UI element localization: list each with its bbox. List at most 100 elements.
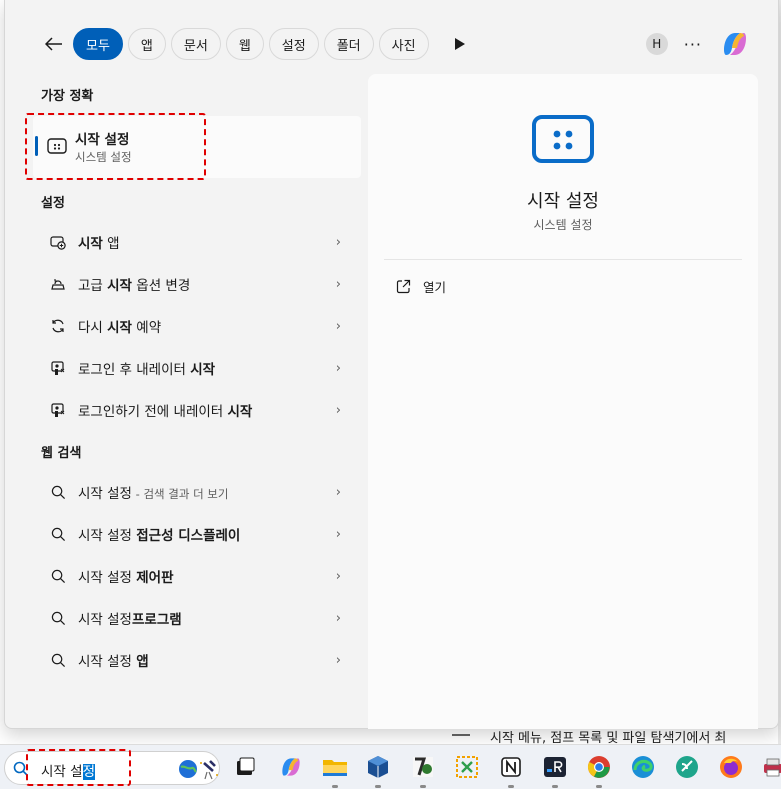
- label-post: 앱: [102, 236, 120, 252]
- chevron-right-icon[interactable]: ›: [336, 277, 341, 292]
- tabs-container: 모두 앱 문서 웹 설정 폴더 사진: [73, 28, 434, 60]
- chevron-right-icon[interactable]: ›: [336, 485, 341, 500]
- result-label: 다시 시작 예약: [78, 316, 161, 336]
- more-filters-button[interactable]: [450, 34, 470, 54]
- chrome-icon[interactable]: [585, 753, 613, 781]
- best-match-highlight-box: [25, 113, 206, 180]
- search-icon: [46, 569, 70, 584]
- taskbar: 시작 설정: [0, 744, 781, 789]
- label-pre: 다시: [78, 320, 108, 336]
- settings-result-item[interactable]: 고급 시작 옵션 변경 ›: [33, 264, 361, 304]
- result-label: 시작 설정프로그램: [78, 608, 182, 628]
- open-action[interactable]: 열기: [396, 277, 446, 296]
- copilot-icon[interactable]: [720, 30, 750, 58]
- copilot-taskbar-icon[interactable]: [277, 753, 305, 781]
- label-match: 접근성 디스플레이: [136, 528, 241, 544]
- app-teal-icon[interactable]: [673, 753, 701, 781]
- result-label: 시작 설정 제어판: [78, 566, 174, 586]
- best-match-section-title: 가장 정확: [41, 89, 94, 104]
- background-doc-bullet: [452, 734, 470, 736]
- file-explorer-icon[interactable]: [321, 753, 349, 781]
- web-search-section-title: 웹 검색: [41, 446, 82, 461]
- app-r-icon[interactable]: [541, 753, 569, 781]
- open-external-icon: [396, 279, 411, 294]
- start-settings-large-icon: [531, 114, 595, 170]
- filter-tab-0[interactable]: 모두: [73, 28, 123, 60]
- web-result-item[interactable]: 시작 설정 앱 ›: [33, 640, 361, 680]
- notion-icon[interactable]: [497, 753, 525, 781]
- filter-tab-2[interactable]: 문서: [170, 28, 221, 60]
- search-icon: [46, 527, 70, 542]
- settings-section-title: 설정: [41, 196, 65, 211]
- web-result-item[interactable]: 시작 설정 접근성 디스플레이 ›: [33, 514, 361, 554]
- narrator-icon: [46, 360, 70, 376]
- filter-tab-1[interactable]: 앱: [127, 28, 166, 60]
- chevron-right-icon[interactable]: ›: [336, 235, 341, 250]
- 7zip-running-indicator: [420, 785, 426, 788]
- chevron-right-icon[interactable]: ›: [336, 653, 341, 668]
- back-button[interactable]: [41, 31, 67, 57]
- result-label: 로그인 후 내레이터 시작: [78, 358, 215, 378]
- preview-title: 시작 설정: [527, 191, 599, 212]
- chevron-right-icon[interactable]: ›: [336, 361, 341, 376]
- web-result-item[interactable]: 시작 설정 - 검색 결과 더 보기 ›: [33, 472, 361, 512]
- result-label: 시작 설정 - 검색 결과 더 보기: [78, 482, 228, 502]
- virtualbox-icon[interactable]: [364, 753, 392, 781]
- result-label: 로그인하기 전에 내레이터 시작: [78, 400, 252, 420]
- settings-result-item[interactable]: 시작 앱 ›: [33, 222, 361, 262]
- web-result-item[interactable]: 시작 설정프로그램 ›: [33, 598, 361, 638]
- filter-tab-3[interactable]: 웹: [225, 28, 264, 60]
- search-box-highlight-box: [26, 749, 131, 786]
- label-suffix: - 검색 결과 더 보기: [131, 487, 229, 501]
- label-match: 시작: [190, 362, 216, 378]
- label-match: 시작: [107, 278, 132, 294]
- 7zip-icon[interactable]: [409, 753, 437, 781]
- label-post: 옵션 변경: [131, 278, 191, 294]
- back-arrow-icon: [45, 37, 62, 51]
- filter-tab-4[interactable]: 설정: [268, 28, 319, 60]
- top-right-controls: H ···: [645, 30, 750, 58]
- chevron-right-icon[interactable]: ›: [336, 319, 341, 334]
- result-label: 시작 설정 앱: [78, 650, 149, 670]
- label-pre: 시작 설정: [78, 528, 137, 544]
- app-r-running-indicator: [552, 785, 558, 788]
- chrome-running-indicator: [596, 785, 602, 788]
- open-label: 열기: [423, 280, 447, 295]
- recovery-icon: [46, 276, 70, 292]
- settings-result-item[interactable]: 다시 시작 예약 ›: [33, 306, 361, 346]
- settings-result-item[interactable]: 로그인 후 내레이터 시작 ›: [33, 348, 361, 388]
- filter-tab-5[interactable]: 폴더: [323, 28, 374, 60]
- printer-icon[interactable]: [759, 753, 781, 781]
- chevron-right-icon[interactable]: ›: [336, 569, 341, 584]
- settings-result-item[interactable]: 로그인하기 전에 내레이터 시작 ›: [33, 390, 361, 430]
- task-view-icon[interactable]: [231, 753, 259, 781]
- label-pre: 시작 설정: [78, 654, 137, 670]
- result-label: 고급 시작 옵션 변경: [78, 274, 190, 294]
- chevron-right-icon[interactable]: ›: [336, 403, 341, 418]
- chevron-right-icon[interactable]: ›: [336, 527, 341, 542]
- result-label: 시작 설정 접근성 디스플레이: [78, 524, 240, 544]
- refresh-icon: [46, 318, 70, 334]
- label-pre: 로그인 후 내레이터: [78, 362, 191, 378]
- more-options-button[interactable]: ···: [684, 35, 702, 54]
- result-label: 시작 앱: [78, 232, 120, 252]
- label-match: 시작: [107, 320, 132, 336]
- snipping-tool-icon[interactable]: [453, 753, 481, 781]
- search-highlight-icon[interactable]: [177, 758, 219, 784]
- filter-tabs: 모두 앱 문서 웹 설정 폴더 사진: [41, 27, 470, 61]
- edge-icon[interactable]: [629, 753, 657, 781]
- label-pre: 로그인하기 전에 내레이터: [78, 404, 228, 420]
- narrator-icon: [46, 402, 70, 418]
- label-match: 프로그램: [131, 612, 182, 628]
- account-avatar[interactable]: H: [645, 33, 668, 55]
- search-icon: [46, 611, 70, 626]
- label-pre: 시작 설정: [78, 486, 132, 502]
- chevron-right-icon[interactable]: ›: [336, 611, 341, 626]
- label-match: 앱: [136, 654, 149, 670]
- start-search-panel: 모두 앱 문서 웹 설정 폴더 사진 H ··· 가장 정확 시작 설정 시스템 설정 설정…: [4, 0, 779, 729]
- label-post: 예약: [131, 320, 162, 336]
- firefox-icon[interactable]: [717, 753, 745, 781]
- filter-tab-6[interactable]: 사진: [378, 28, 429, 60]
- web-result-item[interactable]: 시작 설정 제어판 ›: [33, 556, 361, 596]
- start-app-icon: [46, 234, 70, 250]
